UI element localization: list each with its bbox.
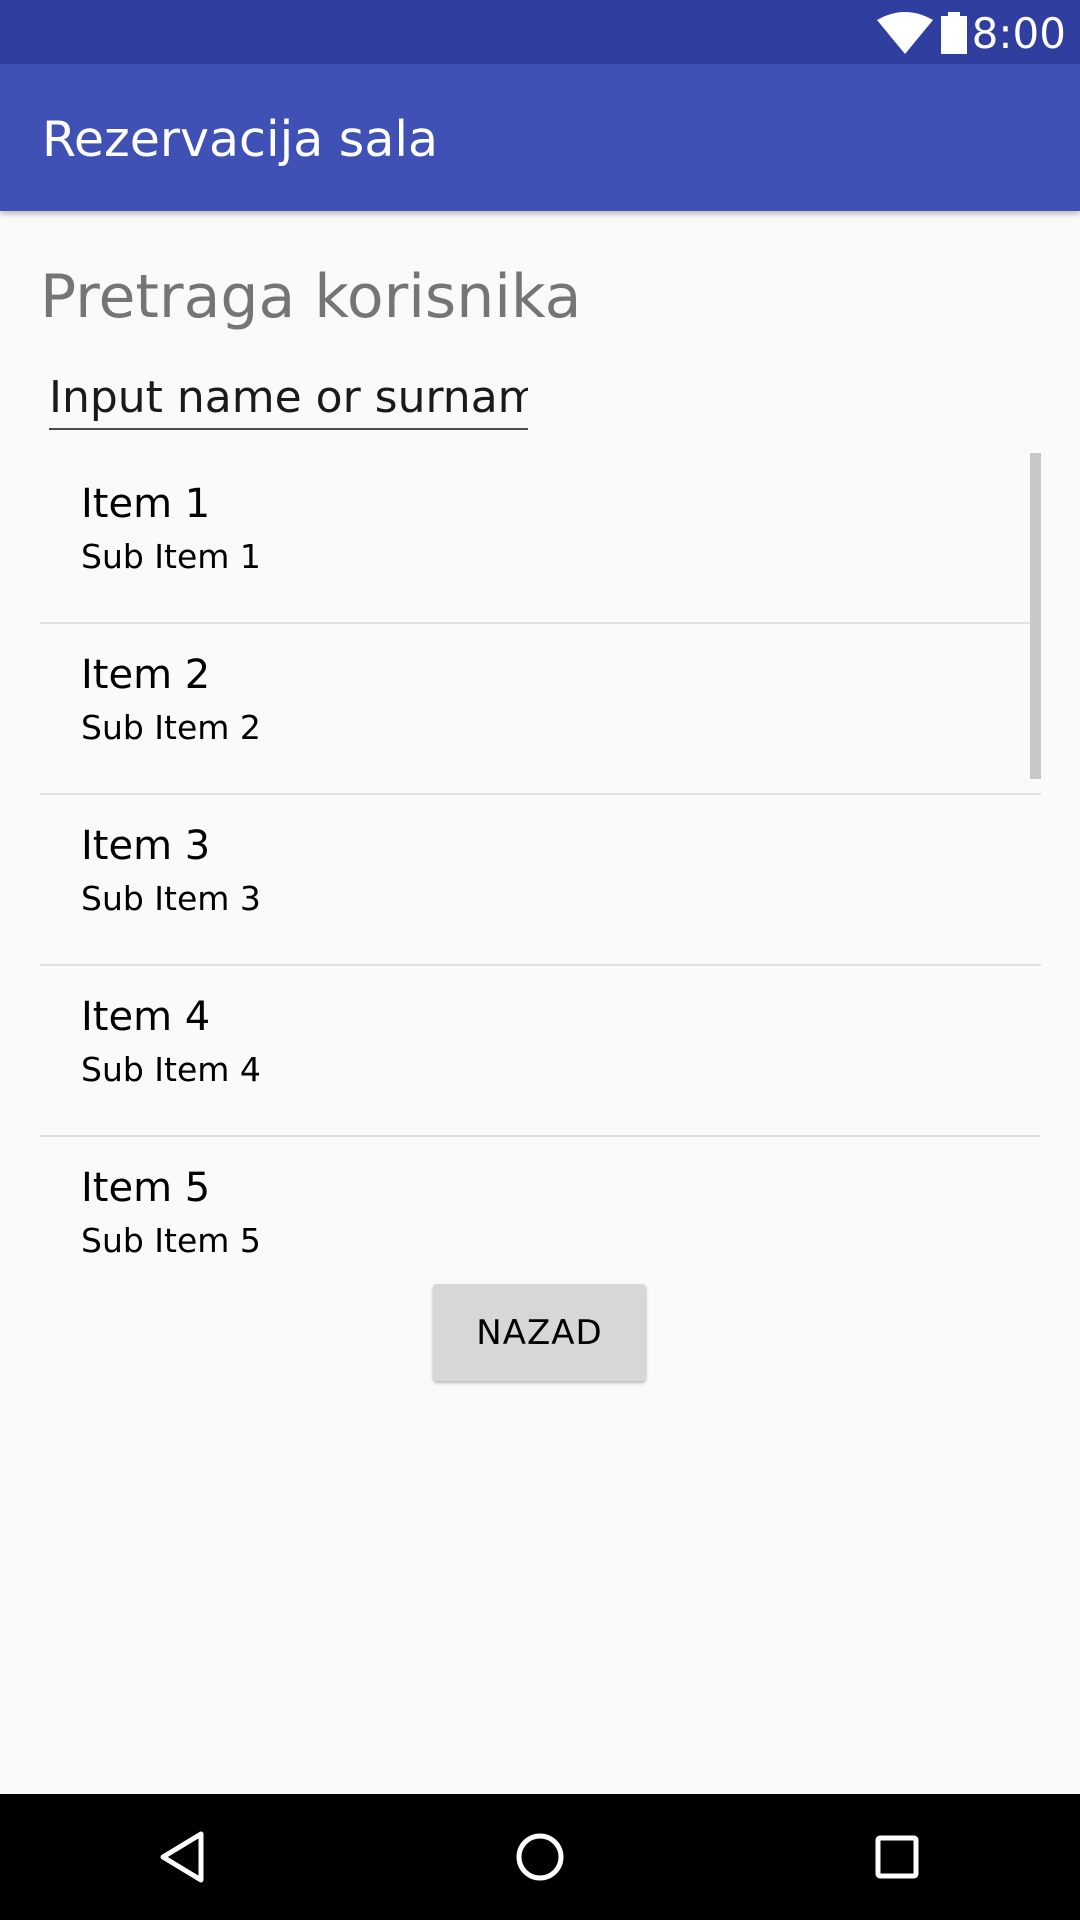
list-item[interactable]: Item 4 Sub Item 4 — [40, 966, 1041, 1137]
list-item-title: Item 5 — [81, 1165, 211, 1211]
battery-icon — [941, 12, 967, 54]
list-item-title: Item 4 — [81, 994, 211, 1040]
user-list[interactable]: Item 1 Sub Item 1 Item 2 Sub Item 2 Item… — [40, 453, 1041, 1279]
list-item-title: Item 1 — [81, 481, 211, 527]
back-triangle-icon — [160, 1831, 204, 1883]
nav-back-button[interactable] — [92, 1794, 272, 1920]
home-circle-icon — [516, 1833, 564, 1881]
list-item-subtitle: Sub Item 2 — [81, 708, 261, 747]
status-time: 8:00 — [971, 9, 1066, 58]
list-item-subtitle: Sub Item 1 — [81, 537, 261, 576]
status-bar: 8:00 — [0, 0, 1080, 64]
page-title: Pretraga korisnika — [40, 262, 582, 332]
nav-home-button[interactable] — [450, 1794, 630, 1920]
recent-square-icon — [875, 1835, 919, 1879]
list-item-title: Item 3 — [81, 823, 211, 869]
app-bar: Rezervacija sala — [0, 64, 1080, 211]
list-item-subtitle: Sub Item 5 — [81, 1221, 261, 1260]
list-scrollbar[interactable] — [1030, 453, 1041, 779]
list-item[interactable]: Item 1 Sub Item 1 — [40, 453, 1041, 624]
back-button[interactable]: NAZAD — [433, 1284, 646, 1381]
navigation-bar — [0, 1794, 1080, 1920]
nav-recent-button[interactable] — [807, 1794, 987, 1920]
list-item-subtitle: Sub Item 4 — [81, 1050, 261, 1089]
app-title: Rezervacija sala — [42, 111, 438, 168]
list-item[interactable]: Item 5 Sub Item 5 — [40, 1137, 1041, 1279]
list-item-subtitle: Sub Item 3 — [81, 879, 261, 918]
list-item[interactable]: Item 2 Sub Item 2 — [40, 624, 1041, 795]
list-item-title: Item 2 — [81, 652, 211, 698]
search-input[interactable] — [49, 366, 528, 430]
list-item[interactable]: Item 3 Sub Item 3 — [40, 795, 1041, 966]
wifi-icon — [877, 12, 933, 54]
